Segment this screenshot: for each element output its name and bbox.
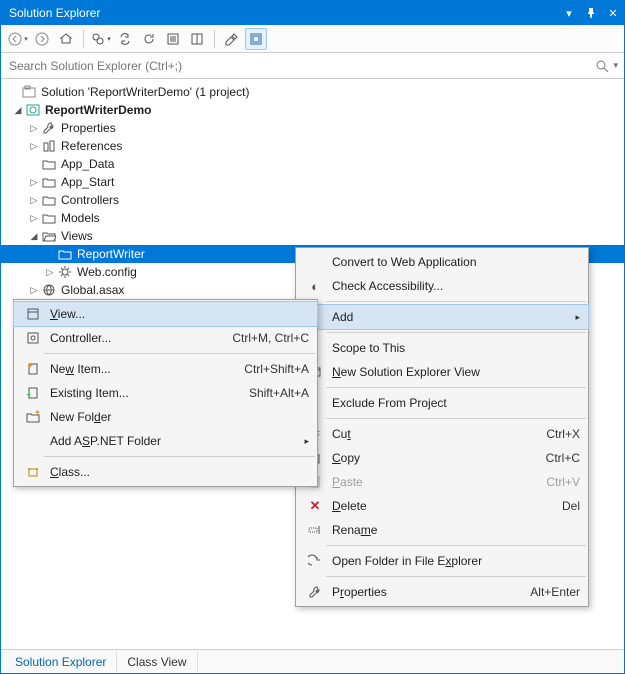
- search-icon[interactable]: [595, 59, 609, 73]
- folder-icon: [41, 174, 57, 190]
- tree-appstart[interactable]: ▷App_Start: [1, 173, 624, 191]
- tree-label: App_Start: [61, 175, 114, 189]
- close-icon[interactable]: ✕: [604, 5, 622, 21]
- bottom-tabs: Solution Explorer Class View: [1, 649, 624, 673]
- menu-properties[interactable]: PropertiesAlt+Enter: [296, 580, 588, 604]
- wrench-icon: [41, 120, 57, 136]
- config-icon: [57, 264, 73, 280]
- references-icon: [41, 138, 57, 154]
- tree-label: Global.asax: [61, 283, 124, 297]
- menu-paste: PasteCtrl+V: [296, 470, 588, 494]
- tree-appdata[interactable]: ▷App_Data: [1, 155, 624, 173]
- view-icon: [22, 307, 44, 321]
- arrow-right-icon: ▸: [299, 436, 309, 447]
- tree-label: Properties: [61, 121, 116, 135]
- forward-icon[interactable]: [31, 28, 53, 50]
- showall-icon[interactable]: [186, 28, 208, 50]
- svg-text:✦: ✦: [34, 410, 40, 417]
- titlebar: Solution Explorer ▾ ✕: [1, 1, 624, 25]
- tree-project[interactable]: ◢ReportWriterDemo: [1, 101, 624, 119]
- pin-icon[interactable]: [582, 5, 600, 21]
- tree-label: Views: [61, 229, 93, 243]
- context-menu: Convert to Web Application ◐Check Access…: [295, 247, 589, 607]
- clock-icon: ◐: [304, 279, 326, 294]
- existing-item-icon: +: [22, 386, 44, 400]
- dropdown-icon[interactable]: ▾: [560, 5, 578, 21]
- folder-icon: [41, 210, 57, 226]
- solution-icon: [21, 84, 37, 100]
- folder-icon: [41, 156, 57, 172]
- menu-add[interactable]: Add▸: [296, 305, 588, 329]
- menu-cut[interactable]: ✂CutCtrl+X: [296, 422, 588, 446]
- sync-icon[interactable]: [114, 28, 136, 50]
- menu-delete[interactable]: ✕DeleteDel: [296, 494, 588, 518]
- tree-label: References: [61, 139, 122, 153]
- tab-class-view[interactable]: Class View: [117, 652, 197, 672]
- svg-text:+: +: [26, 390, 31, 400]
- tab-solution-explorer[interactable]: Solution Explorer: [5, 652, 117, 672]
- menu-open-folder[interactable]: Open Folder in File Explorer: [296, 549, 588, 573]
- toolbar: ▾ ▾: [1, 25, 624, 53]
- window-title: Solution Explorer: [9, 6, 100, 20]
- search-input[interactable]: [7, 58, 595, 74]
- arrow-right-icon: ▸: [570, 312, 580, 323]
- new-item-icon: ✦: [22, 362, 44, 376]
- menu-check-accessibility[interactable]: ◐Check Accessibility...: [296, 274, 588, 298]
- submenu-new-folder[interactable]: ✦New Folder: [14, 405, 317, 429]
- delete-icon: ✕: [304, 498, 326, 514]
- back-icon[interactable]: ▾: [7, 28, 29, 50]
- preview-icon[interactable]: [245, 28, 267, 50]
- menu-new-sln-view[interactable]: New Solution Explorer View: [296, 360, 588, 384]
- tree-controllers[interactable]: ▷Controllers: [1, 191, 624, 209]
- tree-label: ReportWriterDemo: [45, 103, 151, 117]
- new-folder-icon: ✦: [22, 410, 44, 424]
- tree-label: ReportWriter: [77, 247, 145, 261]
- tree-label: App_Data: [61, 157, 114, 171]
- scope-icon[interactable]: ▾: [90, 28, 112, 50]
- open-folder-icon: [304, 554, 326, 568]
- home-icon[interactable]: [55, 28, 77, 50]
- search-bar: ▾: [1, 53, 624, 79]
- menu-label: ew Solution Explorer View: [341, 365, 480, 379]
- add-submenu: View... Controller...Ctrl+M, Ctrl+C ✦New…: [13, 299, 318, 487]
- project-icon: [25, 102, 41, 118]
- svg-text:✦: ✦: [27, 362, 34, 370]
- refresh-icon[interactable]: [138, 28, 160, 50]
- tree-label: Solution 'ReportWriterDemo' (1 project): [41, 85, 249, 99]
- rename-icon: [304, 523, 326, 537]
- globe-icon: [41, 282, 57, 298]
- class-icon: [22, 465, 44, 479]
- wrench-icon: [304, 585, 326, 599]
- folder-icon: [57, 246, 73, 262]
- submenu-existing-item[interactable]: +Existing Item...Shift+Alt+A: [14, 381, 317, 405]
- tree-properties[interactable]: ▷Properties: [1, 119, 624, 137]
- tree-label: Web.config: [77, 265, 137, 279]
- tree-references[interactable]: ▷References: [1, 137, 624, 155]
- folder-open-icon: [41, 228, 57, 244]
- tree-models[interactable]: ▷Models: [1, 209, 624, 227]
- collapse-icon[interactable]: [162, 28, 184, 50]
- solution-explorer-window: Solution Explorer ▾ ✕ ▾ ▾ ▾ ▸Solution 'R…: [0, 0, 625, 674]
- tree-label: Models: [61, 211, 100, 225]
- menu-rename[interactable]: Rename: [296, 518, 588, 542]
- submenu-new-item[interactable]: ✦New Item...Ctrl+Shift+A: [14, 357, 317, 381]
- tree-solution[interactable]: ▸Solution 'ReportWriterDemo' (1 project): [1, 83, 624, 101]
- menu-scope[interactable]: Scope to This: [296, 336, 588, 360]
- submenu-controller[interactable]: Controller...Ctrl+M, Ctrl+C: [14, 326, 317, 350]
- tree-label: Controllers: [61, 193, 119, 207]
- controller-icon: [22, 331, 44, 345]
- folder-icon: [41, 192, 57, 208]
- properties-icon[interactable]: [221, 28, 243, 50]
- submenu-aspnet-folder[interactable]: Add ASP.NET Folder▸: [14, 429, 317, 453]
- menu-exclude[interactable]: Exclude From Project: [296, 391, 588, 415]
- menu-convert[interactable]: Convert to Web Application: [296, 250, 588, 274]
- menu-copy[interactable]: CopyCtrl+C: [296, 446, 588, 470]
- submenu-class[interactable]: Class...: [14, 460, 317, 484]
- submenu-view[interactable]: View...: [14, 302, 317, 326]
- search-dropdown-icon[interactable]: ▾: [613, 60, 618, 71]
- tree-views[interactable]: ◢Views: [1, 227, 624, 245]
